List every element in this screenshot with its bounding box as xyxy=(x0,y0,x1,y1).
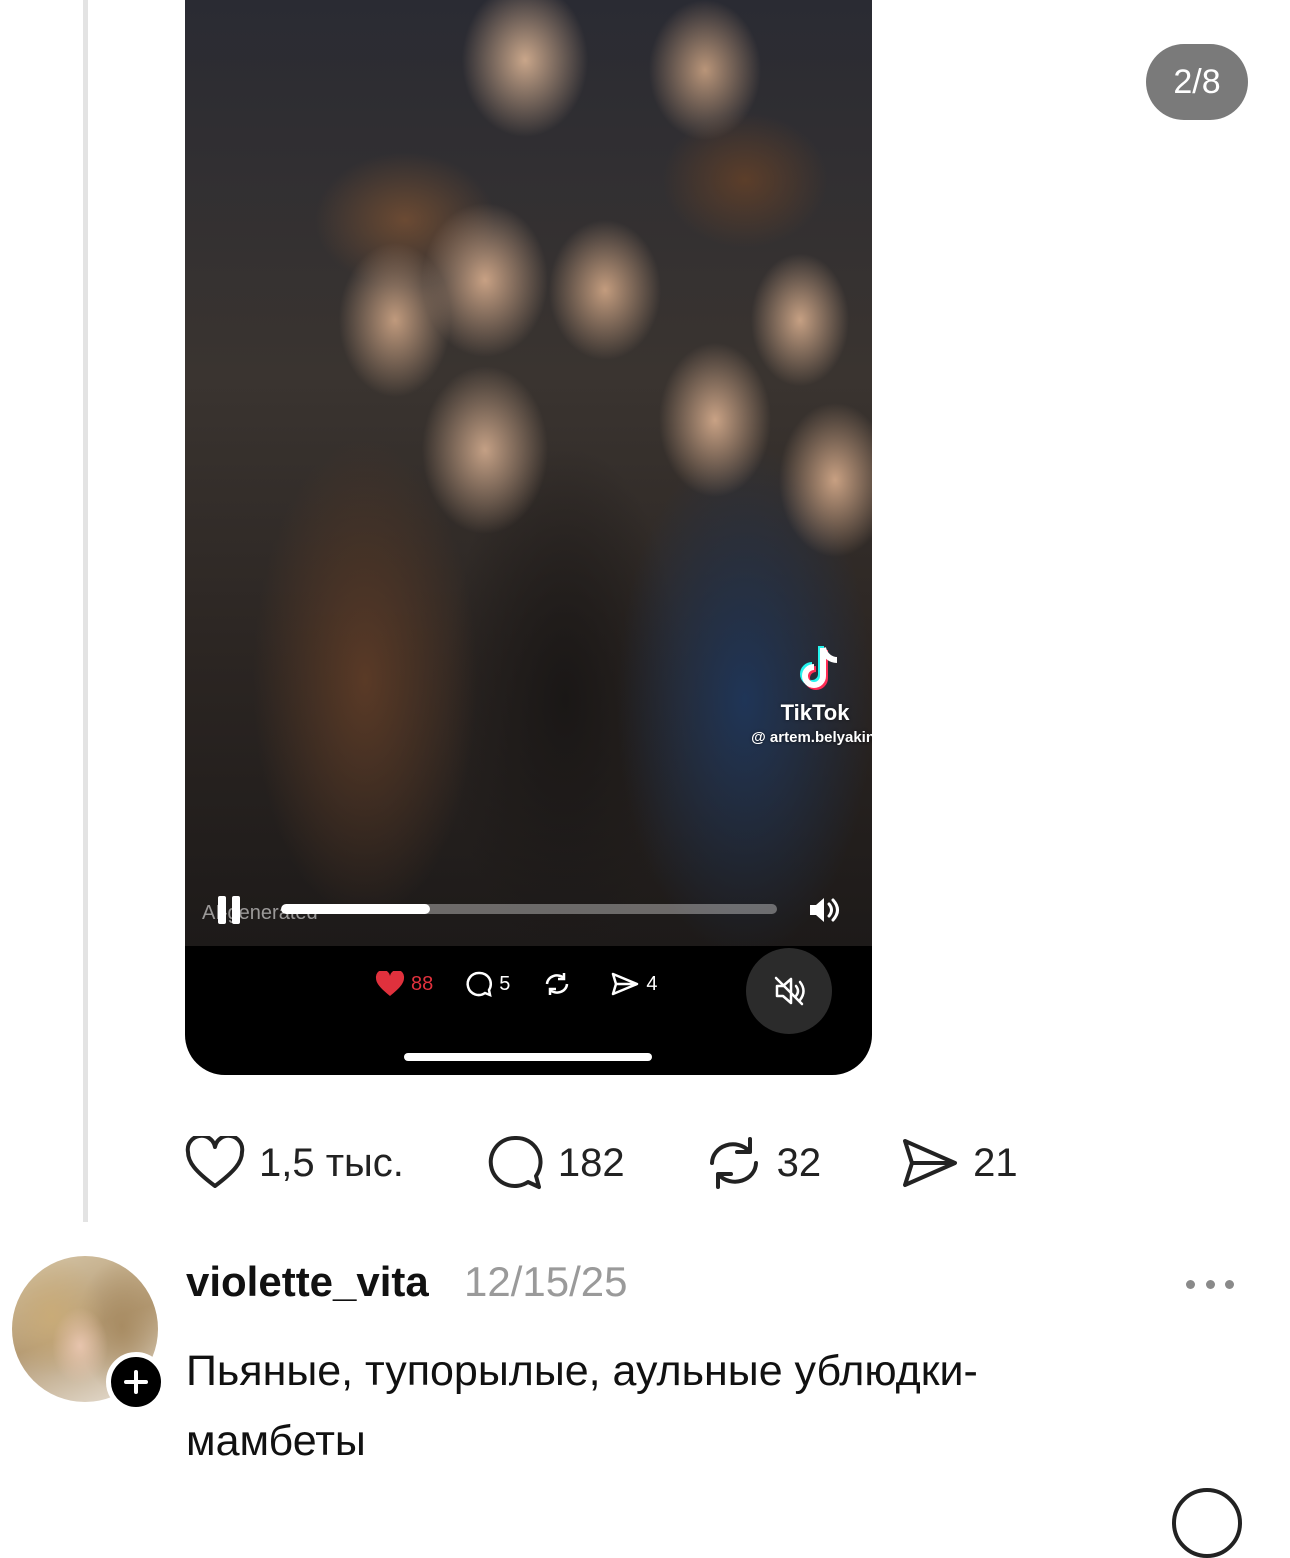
reply-date: 12/15/25 xyxy=(464,1258,628,1305)
repost-count: 32 xyxy=(776,1140,822,1185)
partial-avatar-icon xyxy=(1172,1488,1242,1558)
comment-count: 182 xyxy=(557,1140,625,1185)
share-count: 21 xyxy=(973,1140,1018,1185)
speaker-muted-icon xyxy=(774,976,805,1006)
more-options-icon[interactable] xyxy=(1186,1266,1234,1302)
video-action-bar: 88 5 4 xyxy=(375,964,690,1004)
pause-icon[interactable] xyxy=(218,896,244,924)
video-progress-bar[interactable] xyxy=(281,904,777,914)
heart-filled-icon xyxy=(375,971,405,996)
send-icon xyxy=(903,1139,958,1187)
share-button[interactable]: 21 xyxy=(901,1137,1018,1189)
tiktok-watermark-name: TikTok xyxy=(780,700,850,725)
like-count: 1,5 тыс. xyxy=(259,1140,404,1185)
comment-button[interactable]: 182 xyxy=(486,1134,625,1192)
post-action-bar: 1,5 тыс. 182 32 21 xyxy=(185,1133,1018,1193)
plus-icon xyxy=(124,1370,148,1394)
follow-button[interactable] xyxy=(106,1352,166,1412)
repost-icon xyxy=(709,1137,758,1189)
video-like-count: 88 xyxy=(411,972,434,995)
video-comment-count: 5 xyxy=(499,972,511,995)
video-like-button[interactable]: 88 xyxy=(375,971,433,997)
comment-icon xyxy=(488,1135,543,1189)
home-indicator xyxy=(404,1053,652,1061)
video-repost-button[interactable] xyxy=(542,970,578,998)
heart-icon xyxy=(185,1136,245,1188)
send-icon xyxy=(612,972,639,996)
comment-icon xyxy=(466,971,493,998)
tiktok-watermark-handle: @ artem.belyakin xyxy=(751,729,872,746)
tiktok-logo-icon xyxy=(800,646,838,690)
embedded-video-screenshot[interactable]: TikTok @ artem.belyakin AI-generated 88 … xyxy=(185,0,872,1075)
repost-icon xyxy=(546,973,569,995)
reply-username[interactable]: violette_vita xyxy=(186,1258,429,1306)
carousel-counter: 2/8 xyxy=(1146,44,1248,120)
video-share-button[interactable]: 4 xyxy=(610,971,658,997)
like-button[interactable]: 1,5 тыс. xyxy=(185,1136,404,1190)
reply-text: Пьяные, тупорылые, аульные ублюдки-мамбе… xyxy=(186,1347,978,1465)
video-progress-fill xyxy=(281,904,430,914)
repost-button[interactable]: 32 xyxy=(705,1135,822,1191)
volume-icon[interactable] xyxy=(807,895,841,925)
video-frame[interactable] xyxy=(185,0,872,946)
mute-button[interactable] xyxy=(746,948,832,1034)
video-comment-button[interactable]: 5 xyxy=(465,970,510,998)
thread-line xyxy=(83,0,88,1222)
video-share-count: 4 xyxy=(646,972,658,995)
